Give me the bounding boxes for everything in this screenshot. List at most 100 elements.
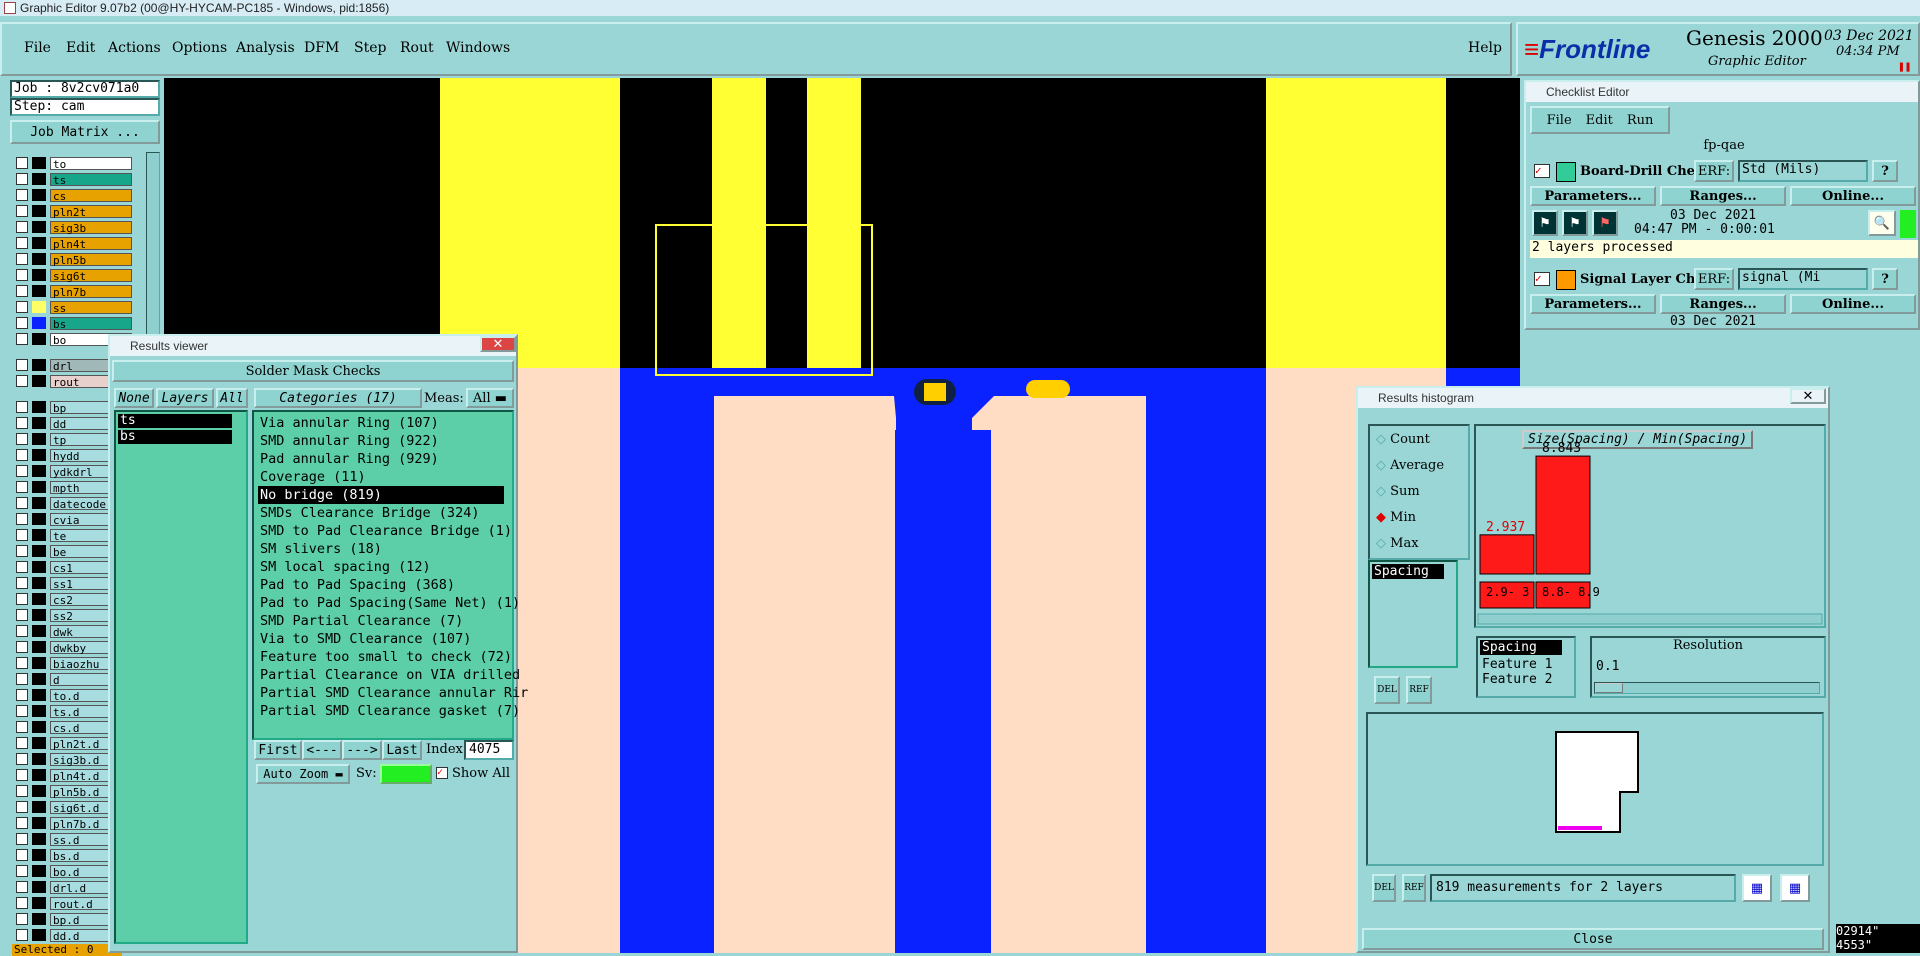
layer-row[interactable]: sig6t xyxy=(16,268,132,283)
layer-checkbox[interactable] xyxy=(16,417,28,429)
feature-list-item[interactable]: Spacing xyxy=(1480,640,1562,655)
layer-checkbox[interactable] xyxy=(16,333,28,345)
run-icon[interactable]: ⚑ xyxy=(1532,210,1558,236)
category-item[interactable]: SM slivers (18) xyxy=(258,540,382,558)
last-button[interactable]: Last xyxy=(382,740,422,760)
layer-checkbox[interactable] xyxy=(16,157,28,169)
layer-checkbox[interactable] xyxy=(16,833,28,845)
job-matrix-button[interactable]: Job Matrix ... xyxy=(10,120,160,144)
layer-row[interactable]: pln5b xyxy=(16,252,132,267)
erf-button[interactable]: ERF: xyxy=(1694,268,1734,290)
layer-checkbox[interactable] xyxy=(16,173,28,185)
help-button[interactable]: ? xyxy=(1872,160,1898,182)
checklist-menu-edit[interactable]: Edit xyxy=(1586,113,1613,128)
close-icon[interactable]: ✕ xyxy=(480,336,516,352)
layer-checkbox[interactable] xyxy=(16,673,28,685)
del-button[interactable]: DEL xyxy=(1374,676,1400,704)
layer-row[interactable]: to xyxy=(16,156,132,171)
category-item[interactable]: SM local spacing (12) xyxy=(258,558,431,576)
none-button[interactable]: None xyxy=(114,388,154,408)
categories-button[interactable]: Categories (17) xyxy=(254,388,422,408)
chart-icon[interactable]: ▦ xyxy=(1742,874,1772,902)
layer-checkbox[interactable] xyxy=(16,449,28,461)
result-layer-item[interactable]: ts xyxy=(118,414,232,428)
layer-checkbox[interactable] xyxy=(16,401,28,413)
layer-checkbox[interactable] xyxy=(16,705,28,717)
mode-radio[interactable]: ◇ Count xyxy=(1376,432,1430,447)
parameters-button[interactable]: Parameters... xyxy=(1530,294,1656,314)
layer-name[interactable]: bs xyxy=(50,316,132,331)
ref-button[interactable]: REF xyxy=(1406,676,1432,704)
layer-checkbox[interactable] xyxy=(16,561,28,573)
layer-checkbox[interactable] xyxy=(16,897,28,909)
mode-radio[interactable]: ◇ Max xyxy=(1376,536,1419,551)
layer-checkbox[interactable] xyxy=(16,657,28,669)
zoom-icon[interactable]: 🔍 xyxy=(1868,210,1896,236)
first-button[interactable]: First xyxy=(254,740,302,760)
layer-results-list[interactable]: ts bs xyxy=(114,410,248,944)
next-button[interactable]: ---> xyxy=(342,740,382,760)
layer-checkbox[interactable] xyxy=(16,753,28,765)
category-item[interactable]: Pad to Pad Spacing (368) xyxy=(258,576,455,594)
histogram-list-item[interactable]: Spacing xyxy=(1372,564,1444,579)
menu-file[interactable]: File xyxy=(24,40,51,56)
category-item[interactable]: Coverage (11) xyxy=(258,468,366,486)
category-item[interactable]: Via to SMD Clearance (107) xyxy=(258,630,471,648)
mode-radio[interactable]: ◇ Sum xyxy=(1376,484,1420,499)
layer-row[interactable]: bs xyxy=(16,316,132,331)
layer-row[interactable]: pln4t xyxy=(16,236,132,251)
layer-name[interactable]: to xyxy=(50,156,132,171)
layer-checkbox[interactable] xyxy=(16,545,28,557)
sv-select[interactable] xyxy=(380,764,432,784)
layer-checkbox[interactable] xyxy=(16,577,28,589)
mode-radio[interactable]: ◆ Min xyxy=(1376,510,1416,525)
layer-checkbox[interactable] xyxy=(16,721,28,733)
stop-icon[interactable]: ⚑ xyxy=(1592,210,1618,236)
erf-button[interactable]: ERF: xyxy=(1694,160,1734,182)
close-button[interactable]: Close xyxy=(1362,928,1824,950)
layer-checkbox[interactable] xyxy=(16,269,28,281)
menu-rout[interactable]: Rout xyxy=(400,40,434,56)
layer-checkbox[interactable] xyxy=(16,817,28,829)
layer-checkbox[interactable] xyxy=(16,881,28,893)
del-button[interactable]: DEL xyxy=(1372,874,1396,902)
layer-row[interactable]: pln2t xyxy=(16,204,132,219)
category-item[interactable]: SMD to Pad Clearance Bridge (1) xyxy=(258,522,512,540)
erf-value[interactable]: signal (Mi xyxy=(1738,268,1868,290)
help-button[interactable]: ? xyxy=(1872,268,1898,290)
category-item[interactable]: Partial Clearance on VIA drilled xyxy=(258,666,520,684)
ranges-button[interactable]: Ranges... xyxy=(1660,186,1786,206)
layer-checkbox[interactable] xyxy=(16,593,28,605)
category-list[interactable]: Via annular Ring (107) SMD annular Ring (… xyxy=(252,410,528,740)
menu-step[interactable]: Step xyxy=(354,40,386,56)
layer-name[interactable]: pln7b xyxy=(50,284,132,299)
prev-button[interactable]: <--- xyxy=(302,740,342,760)
layer-checkbox[interactable] xyxy=(16,913,28,925)
layer-checkbox[interactable] xyxy=(16,301,28,313)
category-item[interactable]: No bridge (819) xyxy=(258,486,504,504)
layer-name[interactable]: pln5b xyxy=(50,252,132,267)
category-item[interactable]: Partial SMD Clearance annular Rir xyxy=(258,684,528,702)
layer-checkbox[interactable] xyxy=(16,609,28,621)
layer-checkbox[interactable] xyxy=(16,737,28,749)
layer-checkbox[interactable] xyxy=(16,865,28,877)
layer-checkbox[interactable] xyxy=(16,785,28,797)
layer-checkbox[interactable] xyxy=(16,221,28,233)
layer-checkbox[interactable] xyxy=(16,481,28,493)
layer-name[interactable]: pln2t xyxy=(50,204,132,219)
category-item[interactable]: Partial SMD Clearance gasket (7) xyxy=(258,702,520,720)
index-input[interactable]: 4075 xyxy=(464,740,514,760)
layer-checkbox[interactable] xyxy=(16,801,28,813)
parameters-button[interactable]: Parameters... xyxy=(1530,186,1656,206)
menu-analysis[interactable]: Analysis xyxy=(236,40,295,56)
online-button[interactable]: Online... xyxy=(1790,294,1916,314)
layer-row[interactable]: pln7b xyxy=(16,284,132,299)
ref-button[interactable]: REF xyxy=(1402,874,1426,902)
ranges-button[interactable]: Ranges... xyxy=(1660,294,1786,314)
layer-name[interactable]: pln4t xyxy=(50,236,132,251)
layer-name[interactable]: sig6t xyxy=(50,268,132,283)
close-icon[interactable]: ✕ xyxy=(1790,388,1826,404)
menu-dfm[interactable]: DFM xyxy=(304,40,339,56)
layer-checkbox[interactable] xyxy=(16,433,28,445)
layer-checkbox[interactable] xyxy=(16,497,28,509)
